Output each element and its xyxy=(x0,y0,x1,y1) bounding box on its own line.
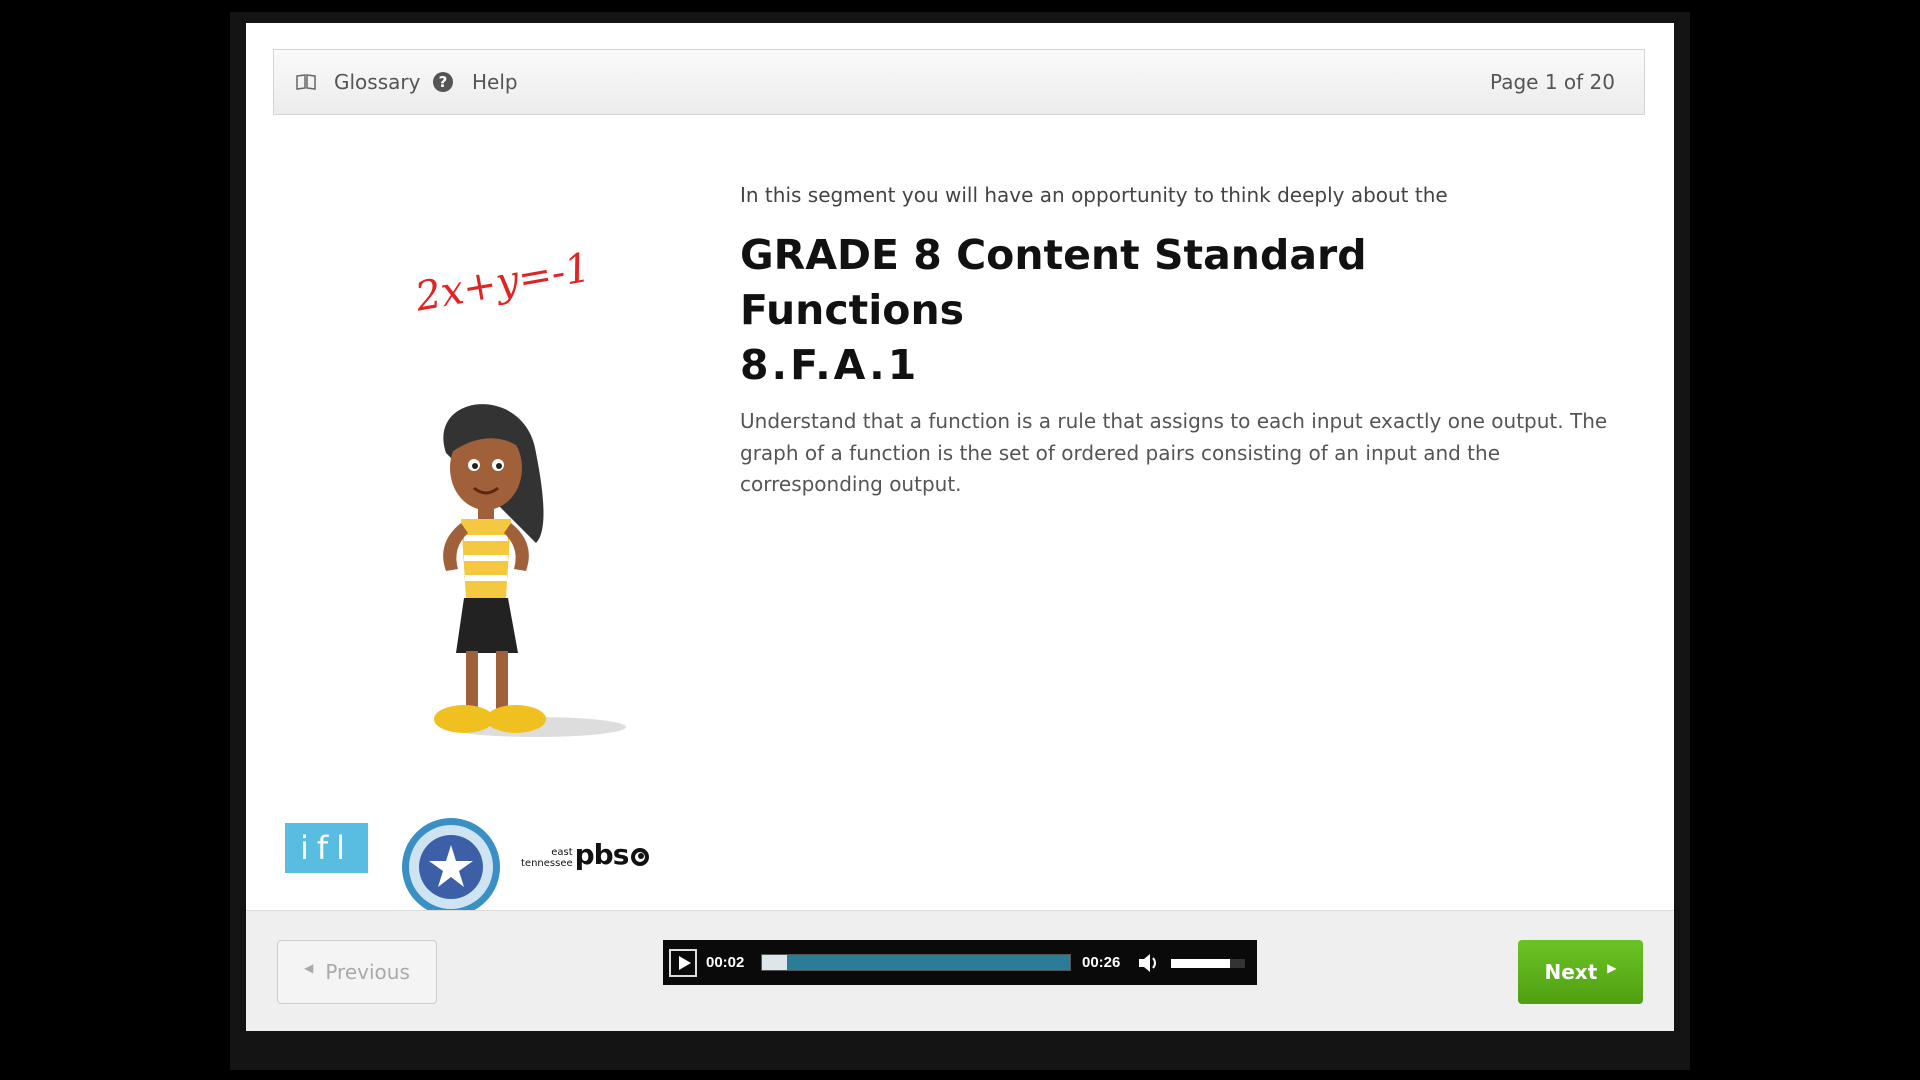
previous-button[interactable]: ◀ Previous xyxy=(277,940,437,1004)
help-label: Help xyxy=(472,70,518,94)
east-tennessee-pbs-logo: east tennessee pbs xyxy=(521,841,650,869)
lesson-card: Glossary ? Help Page 1 of 20 2x+y=-1 In … xyxy=(246,23,1674,1031)
volume-slider[interactable] xyxy=(1171,959,1245,968)
equation-text: 2x+y=-1 xyxy=(412,244,594,321)
next-button[interactable]: Next ▶ xyxy=(1518,940,1643,1004)
standard-heading: GRADE 8 Content Standard Functions 8.F.A… xyxy=(740,228,1367,393)
next-label: Next xyxy=(1544,960,1598,984)
play-icon xyxy=(678,956,691,970)
ifl-logo: ifl xyxy=(285,823,368,873)
pbs-logo-text: pbs xyxy=(574,838,630,871)
glossary-link[interactable]: Glossary xyxy=(296,50,420,114)
current-time: 00:02 xyxy=(706,954,745,971)
tennessee-education-seal-logo xyxy=(402,818,500,916)
heading-grade-line: GRADE 8 Content Standard xyxy=(740,231,1367,279)
book-icon xyxy=(296,74,316,90)
heading-domain-line: Functions xyxy=(740,286,965,334)
page-indicator: Page 1 of 20 xyxy=(1490,70,1615,94)
pbs-logo-east: east xyxy=(551,847,573,858)
pbs-head-icon xyxy=(631,848,650,866)
glossary-label: Glossary xyxy=(334,70,421,94)
top-toolbar: Glossary ? Help Page 1 of 20 xyxy=(273,49,1645,115)
svg-text:?: ? xyxy=(439,73,448,91)
help-link[interactable]: ? Help xyxy=(432,50,518,114)
heading-standard-code: 8.F.A.1 xyxy=(740,341,920,389)
intro-text: In this segment you will have an opportu… xyxy=(740,183,1448,207)
bottom-navigation-bar: ◀ Previous 00:02 00:26 Next ▶ xyxy=(246,910,1674,1031)
standard-description: Understand that a function is a rule tha… xyxy=(740,409,1608,496)
pbs-logo-tennessee: tennessee xyxy=(521,858,573,869)
student-character-illustration xyxy=(434,404,626,737)
volume-icon[interactable] xyxy=(1137,952,1161,974)
question-circle-icon: ? xyxy=(432,71,454,93)
previous-label: Previous xyxy=(325,960,410,984)
progress-fill xyxy=(762,955,787,970)
triangle-right-icon: ▶ xyxy=(1607,961,1617,975)
play-button[interactable] xyxy=(669,949,697,977)
volume-fill xyxy=(1171,959,1231,968)
progress-track[interactable] xyxy=(761,954,1071,971)
total-time: 00:26 xyxy=(1082,954,1121,971)
triangle-left-icon: ◀ xyxy=(304,961,314,975)
audio-player: 00:02 00:26 xyxy=(663,940,1257,985)
